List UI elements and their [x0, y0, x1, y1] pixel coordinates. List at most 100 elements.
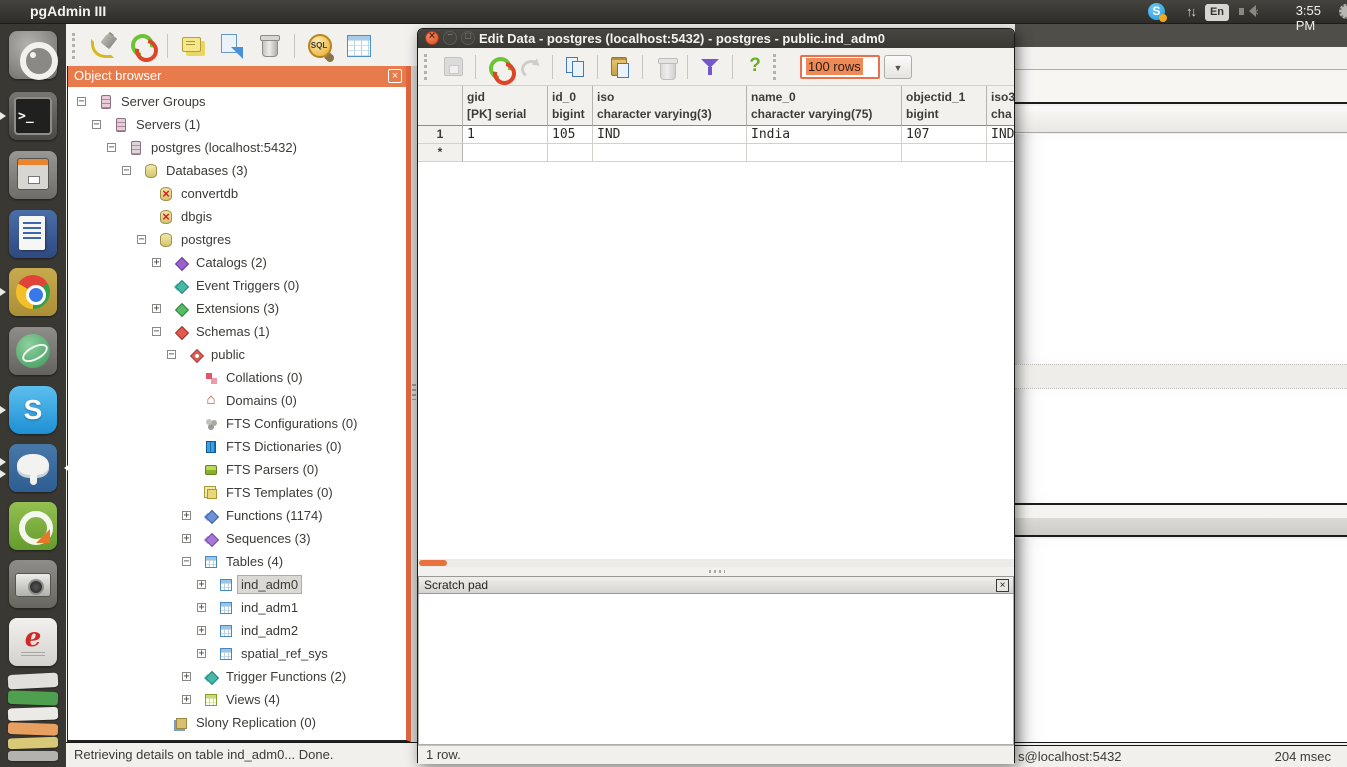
expand-expander-icon[interactable]: + [152, 304, 161, 313]
refresh-icon[interactable] [485, 54, 511, 80]
refresh-icon[interactable] [127, 31, 157, 61]
tree-item-convertdb[interactable]: convertdb [68, 182, 406, 205]
expand-expander-icon[interactable]: + [197, 603, 206, 612]
tree-item-collations-0[interactable]: Collations (0) [68, 366, 406, 389]
collapse-expander-icon[interactable]: − [107, 143, 116, 152]
tree-item-functions-1174[interactable]: +Functions (1174) [68, 504, 406, 527]
cell-name-0[interactable]: India [747, 126, 902, 144]
tree-item-trigger-functions-2[interactable]: +Trigger Functions (2) [68, 665, 406, 688]
cell-iso[interactable] [593, 144, 747, 162]
tree-item-dbgis[interactable]: dbgis [68, 205, 406, 228]
network-indicator-icon[interactable]: ↑↓ [1186, 4, 1195, 19]
column-header-name-0[interactable]: name_0character varying(75) [747, 86, 902, 126]
expand-expander-icon[interactable]: + [182, 534, 191, 543]
delete-icon[interactable] [652, 54, 678, 80]
copy-icon[interactable] [562, 54, 588, 80]
tree-item-postgres[interactable]: −postgres [68, 228, 406, 251]
libreoffice-writer-launcher-icon[interactable] [9, 210, 57, 258]
tree-item-schemas-1[interactable]: −Schemas (1) [68, 320, 406, 343]
collapse-expander-icon[interactable]: − [137, 235, 146, 244]
tree-item-views-4[interactable]: +Views (4) [68, 688, 406, 711]
tree-item-databases-3[interactable]: −Databases (3) [68, 159, 406, 182]
close-icon[interactable]: × [388, 69, 402, 83]
science-app-launcher-icon[interactable] [9, 327, 57, 375]
tree-item-spatial-ref-sys[interactable]: +spatial_ref_sys [68, 642, 406, 665]
file-manager-launcher-icon[interactable] [9, 151, 57, 199]
toolbar-grip[interactable] [773, 54, 778, 80]
tree-item-extensions-3[interactable]: +Extensions (3) [68, 297, 406, 320]
collapse-expander-icon[interactable]: − [92, 120, 101, 129]
minimize-button[interactable] [443, 31, 457, 45]
cell-id-0[interactable]: 105 [548, 126, 593, 144]
add-connection-icon[interactable] [89, 31, 119, 61]
tree-item-slony-replication-0[interactable]: Slony Replication (0) [68, 711, 406, 734]
cell-id-0[interactable] [548, 144, 593, 162]
scratch-pad-header[interactable]: Scratch pad × [418, 576, 1014, 594]
save-icon[interactable] [440, 54, 466, 80]
expand-expander-icon[interactable]: + [197, 626, 206, 635]
qgis-launcher-icon[interactable] [9, 502, 57, 550]
clock[interactable]: 3:55 PM [1296, 3, 1321, 33]
tree-item-ind-adm1[interactable]: +ind_adm1 [68, 596, 406, 619]
tree-item-server-groups[interactable]: −Server Groups [68, 90, 406, 113]
collapse-expander-icon[interactable]: − [122, 166, 131, 175]
view-data-icon[interactable] [343, 31, 373, 61]
column-header-objectid-1[interactable]: objectid_1bigint [902, 86, 987, 126]
skype-launcher-icon[interactable]: S [9, 386, 57, 434]
row-number-cell[interactable]: 1 [418, 126, 463, 144]
expand-expander-icon[interactable]: + [182, 511, 191, 520]
object-browser-header[interactable]: Object browser × [68, 66, 406, 87]
scratch-pad-splitter[interactable] [418, 567, 1014, 576]
tree-item-tablespaces-2[interactable]: +Tablespaces (2) [68, 734, 406, 740]
grid-corner-cell[interactable] [418, 86, 463, 126]
scratch-pad-input[interactable] [418, 594, 1014, 745]
edit-window-titlebar[interactable]: Edit Data - postgres (localhost:5432) - … [418, 29, 1014, 48]
paste-icon[interactable] [607, 54, 633, 80]
pgadmin-elephant-launcher-icon[interactable] [9, 444, 57, 492]
column-header-id-0[interactable]: id_0bigint [548, 86, 593, 126]
column-header-iso3[interactable]: iso3cha [987, 86, 1014, 126]
cell-iso[interactable]: IND [593, 126, 747, 144]
tree-item-fts-configurations-0[interactable]: FTS Configurations (0) [68, 412, 406, 435]
ubuntu-dash-launcher-icon[interactable] [9, 31, 57, 79]
cell-iso3[interactable] [987, 144, 1014, 162]
row-number-cell[interactable]: * [418, 144, 463, 162]
tree-item-postgres-localhost-5432[interactable]: −postgres (localhost:5432) [68, 136, 406, 159]
maximize-button[interactable] [461, 31, 475, 45]
tree-item-event-triggers-0[interactable]: Event Triggers (0) [68, 274, 406, 297]
volume-muted-icon[interactable]: × [1252, 5, 1259, 19]
object-properties-icon[interactable] [178, 31, 208, 61]
session-menu-gear-icon[interactable] [1339, 4, 1347, 19]
filter-icon[interactable] [697, 54, 723, 80]
expand-expander-icon[interactable]: + [152, 258, 161, 267]
cell-iso3[interactable]: IND [987, 126, 1014, 144]
cell-objectid-1[interactable] [902, 144, 987, 162]
tree-item-public[interactable]: −public [68, 343, 406, 366]
camera-app-launcher-icon[interactable] [9, 560, 57, 608]
tree-item-ind-adm0[interactable]: +ind_adm0 [68, 573, 406, 596]
collapse-expander-icon[interactable]: − [152, 327, 161, 336]
tree-item-catalogs-2[interactable]: +Catalogs (2) [68, 251, 406, 274]
tree-item-fts-dictionaries-0[interactable]: FTS Dictionaries (0) [68, 435, 406, 458]
tree-item-fts-templates-0[interactable]: FTS Templates (0) [68, 481, 406, 504]
sql-query-tool-icon[interactable] [305, 31, 335, 61]
expand-expander-icon[interactable]: + [197, 580, 206, 589]
scrollbar-thumb[interactable] [419, 560, 447, 566]
tree-item-domains-0[interactable]: Domains (0) [68, 389, 406, 412]
horizontal-scrollbar[interactable] [418, 559, 1014, 567]
column-header-gid[interactable]: gid[PK] serial [463, 86, 548, 126]
undo-icon[interactable] [517, 54, 543, 80]
collapse-expander-icon[interactable]: − [167, 350, 176, 359]
tree-item-tables-4[interactable]: −Tables (4) [68, 550, 406, 573]
close-button[interactable] [425, 31, 439, 45]
document-app-launcher-icon[interactable]: e [9, 618, 57, 666]
create-object-icon[interactable] [216, 31, 246, 61]
column-header-iso[interactable]: isocharacter varying(3) [593, 86, 747, 126]
expand-expander-icon[interactable]: + [182, 672, 191, 681]
expand-expander-icon[interactable]: + [197, 649, 206, 658]
drop-object-icon[interactable] [254, 31, 284, 61]
skype-tray-icon[interactable]: S [1148, 3, 1165, 20]
toolbar-grip[interactable] [424, 54, 429, 80]
cell-gid[interactable] [463, 144, 548, 162]
tree-item-sequences-3[interactable]: +Sequences (3) [68, 527, 406, 550]
